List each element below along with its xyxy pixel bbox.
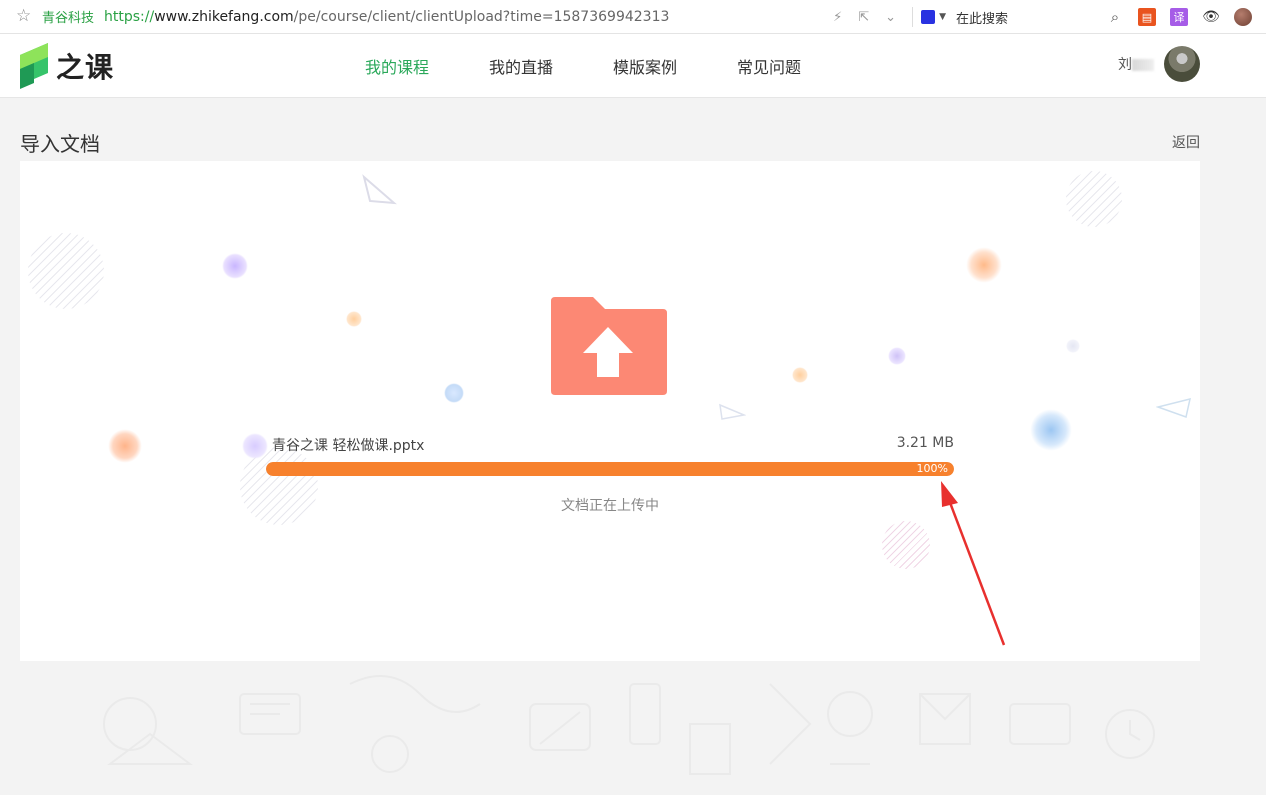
upload-progress-fill: 100%	[266, 462, 954, 476]
eye-extension-icon[interactable]: 👁	[1202, 8, 1220, 26]
browser-search-input[interactable]: 在此搜索	[956, 8, 1106, 27]
url-scheme: https://	[104, 8, 155, 25]
deco-bubble	[792, 367, 808, 383]
translate-extension-icon[interactable]: 译	[1170, 8, 1188, 26]
logo-mark-icon	[20, 43, 48, 89]
deco-triangle	[1156, 397, 1191, 418]
url-path: /pe/course/client/clientUpload?time=1587…	[293, 8, 670, 25]
deco-bubble	[444, 383, 464, 403]
upload-progress-bar: 100%	[266, 462, 954, 476]
upload-card: 青谷之课 轻松做课.pptx 3.21 MB 100% 文档正在上传中	[20, 161, 1200, 661]
lightning-icon[interactable]: ⚡	[833, 10, 842, 25]
toolbar-divider	[912, 7, 914, 27]
deco-bubble	[1030, 409, 1072, 451]
news-extension-icon[interactable]: ▤	[1138, 8, 1156, 26]
redacted-name	[1132, 59, 1154, 71]
back-link[interactable]: 返回	[1172, 132, 1200, 152]
address-bar-tools: ⚡ ⇱ ⌄ ▼ 在此搜索 ⌕ ▤ 译 👁	[833, 0, 1266, 34]
logo[interactable]: 之课	[18, 42, 114, 90]
doodle-background	[103, 675, 1155, 775]
deco-hatch-circle	[28, 233, 104, 309]
nav-faq[interactable]: 常见问题	[737, 54, 801, 78]
file-name: 青谷之课 轻松做课.pptx	[272, 438, 425, 454]
deco-hatch-circle	[1066, 171, 1122, 227]
bookmark-star-icon[interactable]: ☆	[16, 8, 34, 25]
upload-progress-label: 100%	[916, 462, 948, 475]
share-icon[interactable]: ⇱	[858, 10, 869, 25]
file-size: 3.21 MB	[896, 435, 954, 451]
deco-bubble	[222, 253, 248, 279]
nav-templates[interactable]: 模版案例	[613, 54, 677, 78]
upload-status-text: 文档正在上传中	[561, 498, 659, 514]
deco-bubble	[966, 247, 1002, 283]
chevron-down-icon[interactable]: ⌄	[885, 10, 896, 25]
engine-dropdown-icon[interactable]: ▼	[939, 12, 946, 22]
nav-my-courses[interactable]: 我的课程	[365, 54, 429, 78]
nav-my-live[interactable]: 我的直播	[489, 54, 553, 78]
address-url[interactable]: https://www.zhikefang.com/pe/course/clie…	[104, 9, 669, 25]
search-engine-icon[interactable]	[921, 10, 936, 24]
page-title: 导入文档	[20, 132, 100, 156]
browser-address-bar: ☆ 青谷科技 https://www.zhikefang.com/pe/cour…	[0, 0, 1266, 34]
deco-bubble	[108, 429, 142, 463]
search-icon[interactable]: ⌕	[1106, 8, 1124, 26]
folder-upload-icon	[551, 297, 667, 395]
deco-bubble	[1066, 339, 1080, 353]
deco-triangle	[719, 403, 746, 420]
deco-hatch-circle	[882, 521, 930, 569]
deco-triangle	[362, 174, 397, 205]
deco-bubble	[242, 433, 268, 459]
url-host: www.zhikefang.com	[154, 8, 294, 25]
site-header: 之课 我的课程 我的直播 模版案例 常见问题 刘	[0, 34, 1266, 98]
site-identity-label: 青谷科技	[42, 11, 95, 26]
logo-text: 之课	[56, 51, 115, 84]
deco-bubble	[888, 347, 906, 365]
deco-bubble	[346, 311, 362, 327]
user-menu[interactable]: 刘	[1118, 46, 1200, 82]
username: 刘	[1118, 54, 1154, 74]
profile-extension-icon[interactable]	[1234, 8, 1252, 26]
main-nav: 我的课程 我的直播 模版案例 常见问题	[365, 34, 861, 98]
avatar[interactable]	[1164, 46, 1200, 82]
